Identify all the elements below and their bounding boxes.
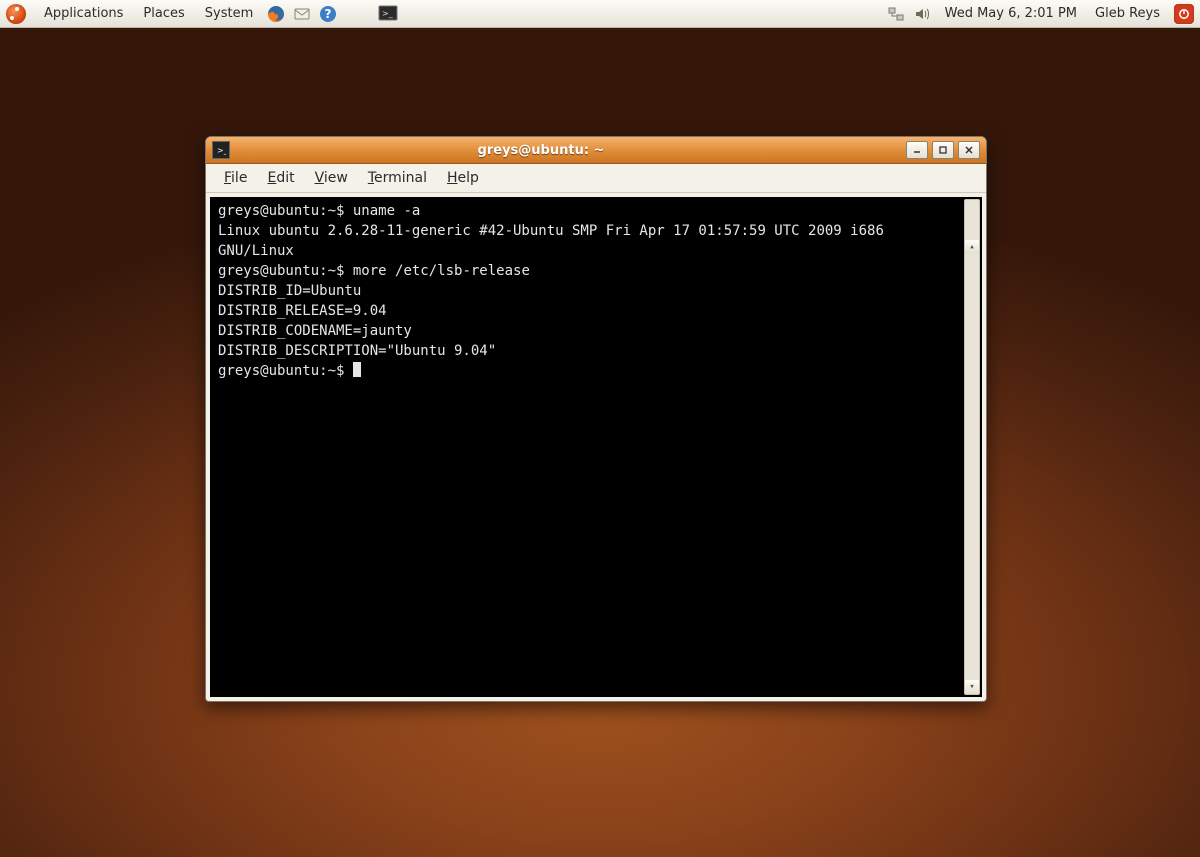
firefox-icon[interactable] (265, 3, 287, 25)
terminal-window: >_ greys@ubuntu: ~ File Edit View Termin… (205, 136, 987, 702)
panel-left: Applications Places System ? (6, 0, 399, 28)
top-panel: Applications Places System ? (0, 0, 1200, 28)
window-controls (906, 141, 980, 159)
terminal-menubar: File Edit View Terminal Help (206, 164, 986, 193)
terminal-launcher-icon[interactable]: >_ (377, 3, 399, 25)
desktop: Applications Places System ? (0, 0, 1200, 857)
command-2: more /etc/lsb-release (353, 263, 530, 279)
clock[interactable]: Wed May 6, 2:01 PM (937, 6, 1085, 21)
menu-help[interactable]: Help (437, 164, 489, 192)
menu-applications[interactable]: Applications (36, 0, 131, 28)
user-menu[interactable]: Gleb Reys (1089, 6, 1166, 21)
svg-text:>_: >_ (217, 146, 226, 155)
ubuntu-logo-icon[interactable] (6, 4, 26, 24)
svg-text:>_: >_ (382, 9, 394, 18)
menu-edit[interactable]: Edit (257, 164, 304, 192)
power-icon[interactable] (1174, 4, 1194, 24)
terminal-frame: greys@ubuntu:~$ uname -a Linux ubuntu 2.… (206, 193, 986, 701)
output-line: DISTRIB_ID=Ubuntu (218, 283, 361, 299)
volume-icon[interactable] (911, 3, 933, 25)
cursor (353, 362, 361, 377)
prompt: greys@ubuntu:~$ (218, 203, 344, 219)
help-icon[interactable]: ? (317, 3, 339, 25)
maximize-button[interactable] (932, 141, 954, 159)
network-icon[interactable] (885, 3, 907, 25)
terminal-scrollbar[interactable]: ▴ ▾ (964, 199, 980, 695)
prompt: greys@ubuntu:~$ (218, 363, 344, 379)
minimize-button[interactable] (906, 141, 928, 159)
scroll-down-button[interactable]: ▾ (965, 680, 979, 694)
svg-text:?: ? (325, 7, 332, 21)
output-line: DISTRIB_DESCRIPTION="Ubuntu 9.04" (218, 343, 496, 359)
output-line: GNU/Linux (218, 243, 294, 259)
prompt: greys@ubuntu:~$ (218, 263, 344, 279)
window-title: greys@ubuntu: ~ (236, 143, 906, 158)
output-line: DISTRIB_RELEASE=9.04 (218, 303, 387, 319)
menu-file[interactable]: File (214, 164, 257, 192)
scroll-track[interactable] (965, 215, 979, 679)
mail-icon[interactable] (291, 3, 313, 25)
menu-view[interactable]: View (305, 164, 358, 192)
output-line: DISTRIB_CODENAME=jaunty (218, 323, 412, 339)
menu-places[interactable]: Places (135, 0, 192, 28)
close-button[interactable] (958, 141, 980, 159)
menu-system[interactable]: System (197, 0, 261, 28)
menu-terminal[interactable]: Terminal (358, 164, 437, 192)
terminal-output[interactable]: greys@ubuntu:~$ uname -a Linux ubuntu 2.… (210, 197, 982, 697)
output-line: Linux ubuntu 2.6.28-11-generic #42-Ubunt… (218, 223, 884, 239)
window-titlebar[interactable]: >_ greys@ubuntu: ~ (206, 137, 986, 164)
command-1: uname -a (353, 203, 420, 219)
panel-right: Wed May 6, 2:01 PM Gleb Reys (885, 3, 1194, 25)
terminal-icon: >_ (212, 141, 230, 159)
